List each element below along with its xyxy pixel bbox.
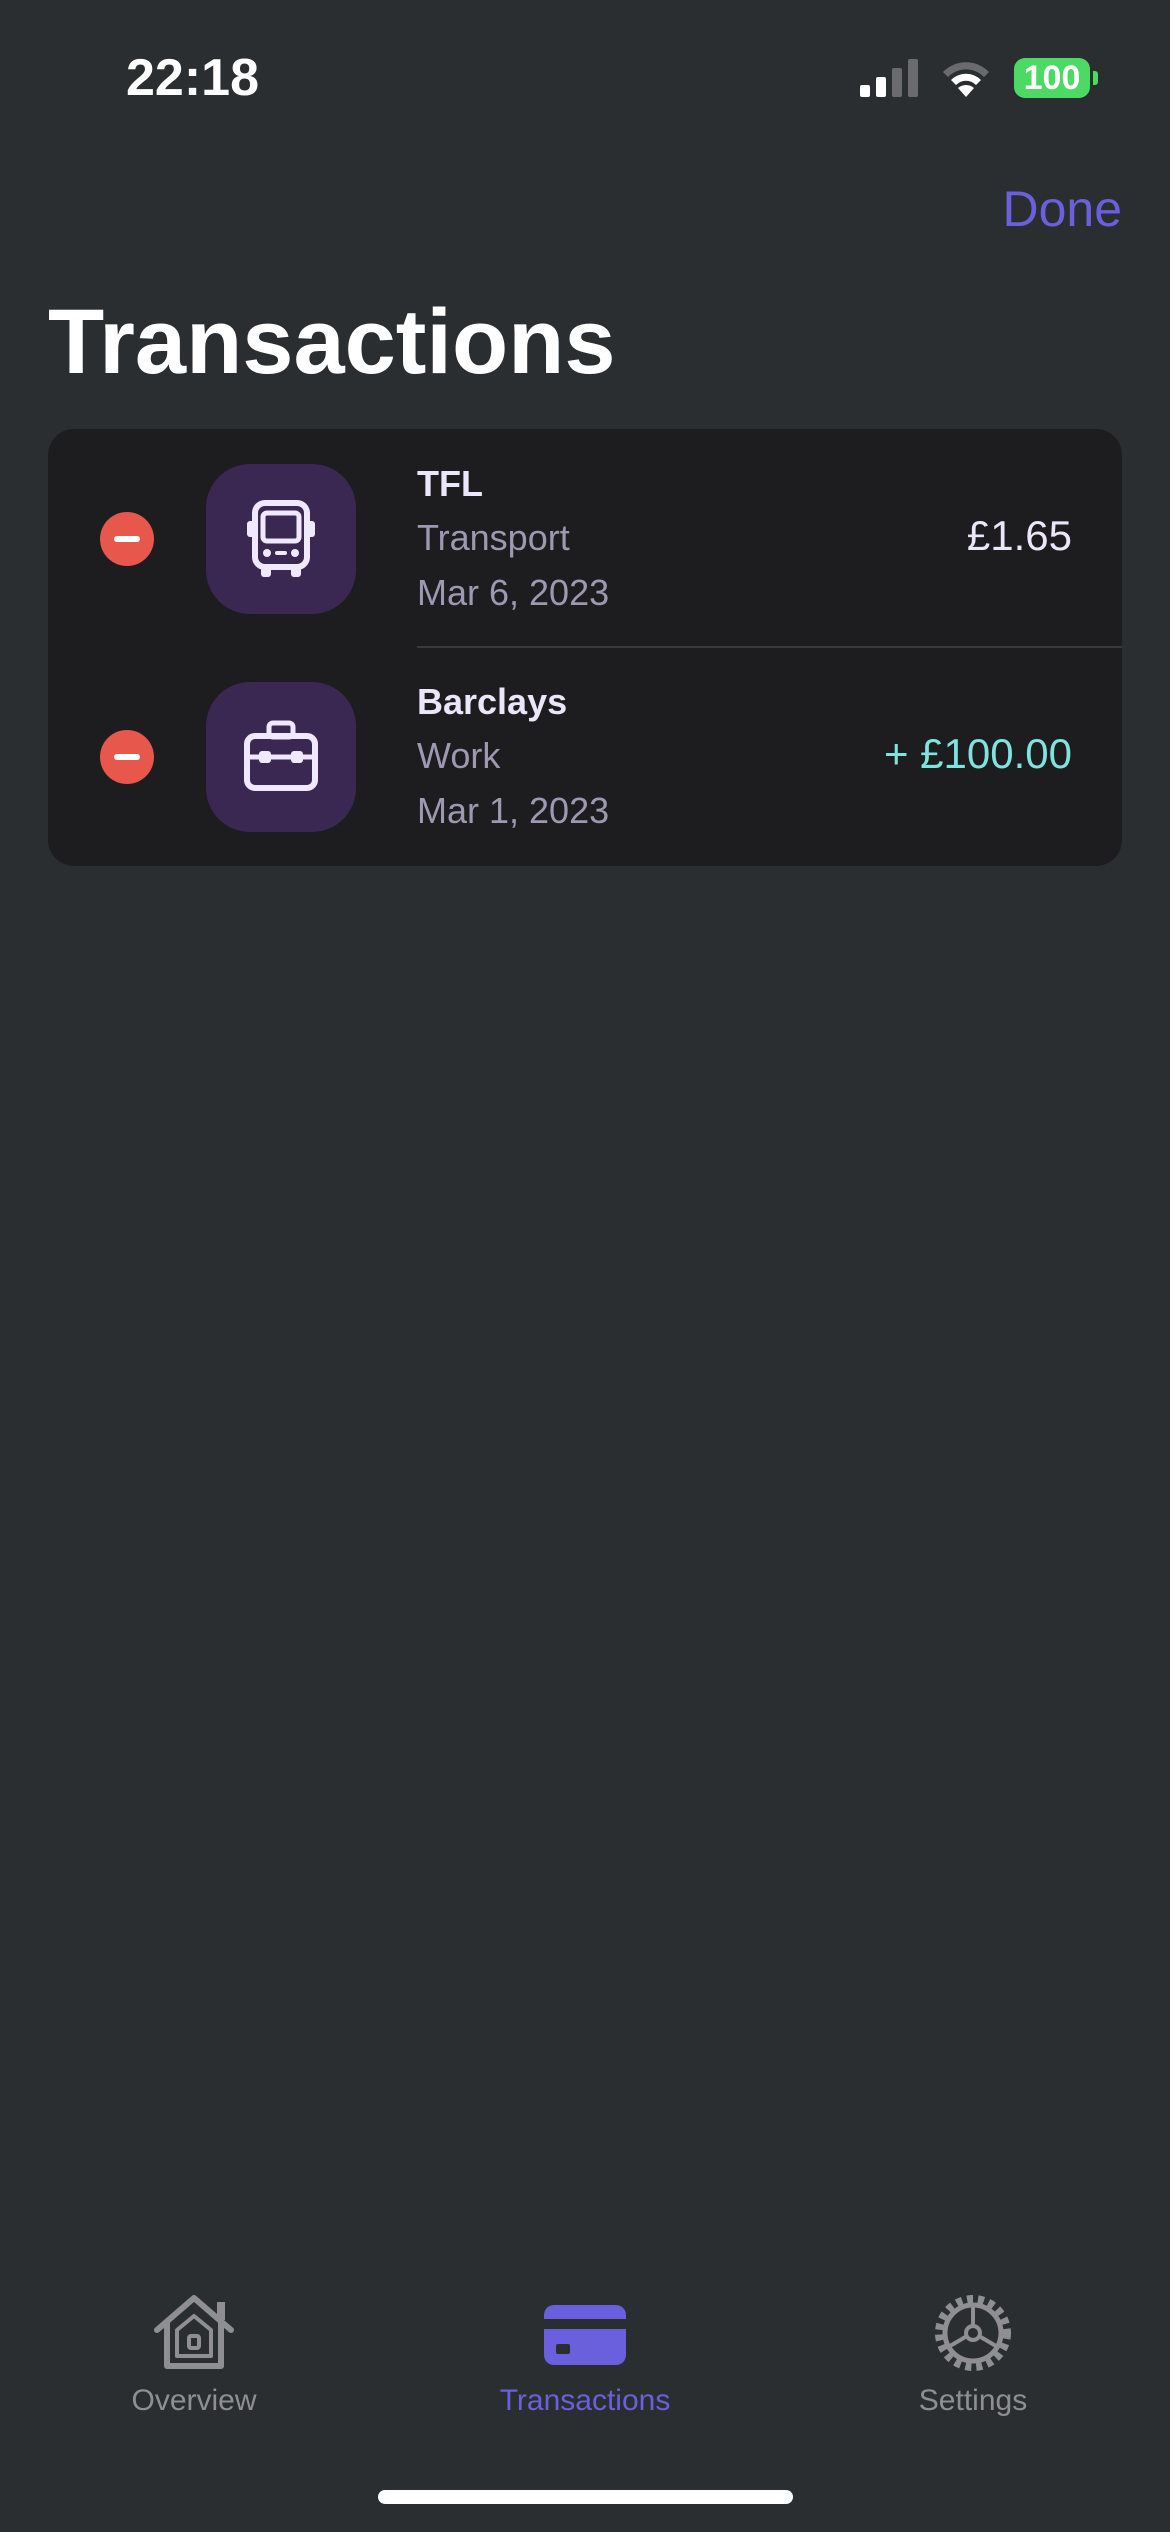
delete-button[interactable] <box>100 512 154 566</box>
transaction-row[interactable]: TFL Transport Mar 6, 2023 £1.65 <box>48 429 1122 648</box>
category-icon-tile <box>206 464 356 614</box>
transaction-date: Mar 6, 2023 <box>417 572 610 613</box>
tab-overview[interactable]: Overview <box>44 2290 344 2418</box>
status-icons: 100 <box>860 56 1098 100</box>
briefcase-icon <box>244 720 318 791</box>
transaction-date: Mar 1, 2023 <box>417 790 610 831</box>
battery-icon: 100 <box>1014 58 1098 98</box>
transaction-amount: + £100.00 <box>883 730 1072 777</box>
tab-settings[interactable]: Settings <box>823 2290 1123 2418</box>
transaction-amount: £1.65 <box>966 512 1072 559</box>
transaction-row[interactable]: Barclays Work Mar 1, 2023 + £100.00 <box>48 647 1122 865</box>
page-title: Transactions <box>48 291 616 393</box>
home-indicator[interactable] <box>378 2490 793 2504</box>
tab-transactions-label: Transactions <box>499 2384 671 2417</box>
battery-level: 100 <box>1023 58 1081 97</box>
transaction-name: TFL <box>417 463 483 504</box>
tab-transactions[interactable]: Transactions <box>435 2290 735 2418</box>
tab-bar: Overview Transactions Settings <box>0 2290 1170 2450</box>
tab-settings-label: Settings <box>918 2384 1028 2417</box>
tab-overview-label: Overview <box>131 2384 257 2417</box>
status-time: 22:18 <box>126 49 259 107</box>
done-button[interactable]: Done <box>1002 180 1122 238</box>
gear-icon <box>935 2295 1011 2371</box>
cellular-signal-icon <box>860 59 918 97</box>
bus-icon <box>247 500 315 577</box>
wifi-icon <box>943 62 989 97</box>
credit-card-icon <box>544 2305 626 2365</box>
transaction-category: Work <box>417 735 501 776</box>
transactions-list: TFL Transport Mar 6, 2023 £1.65 Barclays… <box>48 429 1122 866</box>
transaction-category: Transport <box>417 517 570 558</box>
transaction-name: Barclays <box>417 681 568 722</box>
category-icon-tile <box>206 682 356 832</box>
house-icon <box>154 2295 234 2369</box>
delete-button[interactable] <box>100 730 154 784</box>
